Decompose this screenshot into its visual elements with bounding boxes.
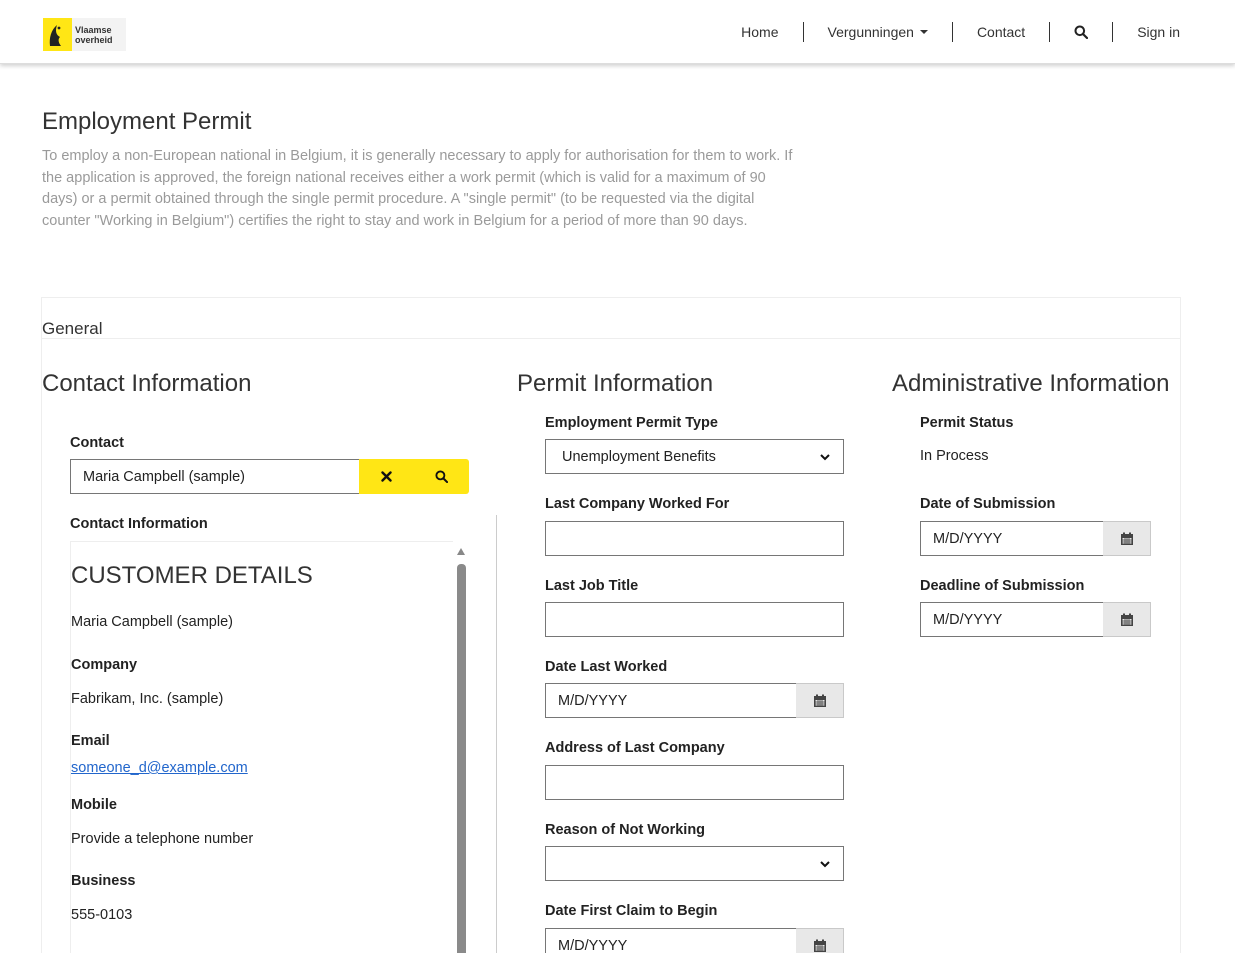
nav-signin[interactable]: Sign in xyxy=(1113,20,1192,44)
first-claim-label: Date First Claim to Begin xyxy=(545,903,718,919)
company-label: Company xyxy=(71,657,138,673)
permit-type-select[interactable]: Unemployment Benefits xyxy=(545,439,844,474)
calendar-button[interactable] xyxy=(1103,521,1151,556)
last-job-input[interactable] xyxy=(545,602,844,637)
contact-info-title: Contact Information xyxy=(42,370,252,397)
search-icon xyxy=(435,470,448,483)
customer-details-heading: CUSTOMER DETAILS xyxy=(71,562,313,589)
nav-permits-dropdown[interactable]: Vergunningen xyxy=(804,20,952,44)
vlaamse-overheid-logo[interactable]: Vlaamse overheid xyxy=(43,18,126,51)
top-navbar: Vlaamse overheid Home Vergunningen Conta… xyxy=(0,0,1235,64)
permit-info-title: Permit Information xyxy=(517,370,714,397)
contact-information-label: Contact Information xyxy=(70,516,208,532)
reason-not-working-select[interactable] xyxy=(545,846,844,881)
close-icon xyxy=(381,471,392,482)
deadline-label: Deadline of Submission xyxy=(920,578,1085,594)
contact-label: Contact xyxy=(70,435,124,451)
calendar-icon xyxy=(813,939,826,952)
chevron-down-icon xyxy=(820,453,830,460)
scroll-up-arrow-icon[interactable] xyxy=(457,548,465,555)
business-label: Business xyxy=(71,873,136,889)
date-last-worked-input[interactable]: M/D/YYYY xyxy=(545,683,796,718)
email-label: Email xyxy=(71,733,110,749)
permit-status-label: Permit Status xyxy=(920,415,1014,431)
contact-lookup-input[interactable]: Maria Campbell (sample) xyxy=(70,459,360,494)
last-company-label: Last Company Worked For xyxy=(545,496,730,512)
calendar-icon xyxy=(813,694,826,707)
date-placeholder: M/D/YYYY xyxy=(558,937,628,953)
nav-contact[interactable]: Contact xyxy=(953,20,1049,44)
nav-home[interactable]: Home xyxy=(717,20,802,44)
admin-info-title: Administrative Information xyxy=(892,370,1170,397)
address-last-company-label: Address of Last Company xyxy=(545,740,725,756)
calendar-button[interactable] xyxy=(796,683,844,718)
company-value: Fabrikam, Inc. (sample) xyxy=(71,691,224,707)
section-header: General xyxy=(42,298,1180,339)
business-value: 555-0103 xyxy=(71,907,133,923)
calendar-icon xyxy=(1120,613,1133,626)
email-link[interactable]: someone_d@example.com xyxy=(71,760,248,776)
deadline-date-input[interactable]: M/D/YYYY xyxy=(920,602,1103,637)
page-description: To employ a non-European national in Bel… xyxy=(42,148,793,230)
logo-text: Vlaamse overheid xyxy=(75,24,113,45)
calendar-button[interactable] xyxy=(1103,602,1151,637)
permit-status-value: In Process xyxy=(920,448,989,464)
first-claim-date-input[interactable]: M/D/YYYY xyxy=(545,928,796,953)
main-nav: Home Vergunningen Contact Sign in xyxy=(717,20,1192,44)
caret-down-icon xyxy=(919,30,928,34)
details-scrollbar[interactable] xyxy=(455,541,467,953)
mobile-label: Mobile xyxy=(71,797,117,813)
page-title: Employment Permit xyxy=(42,108,252,135)
permit-type-label: Employment Permit Type xyxy=(545,415,718,431)
submission-date-label: Date of Submission xyxy=(920,496,1056,512)
date-placeholder: M/D/YYYY xyxy=(933,611,1003,628)
reason-not-working-label: Reason of Not Working xyxy=(545,822,706,838)
chevron-down-icon xyxy=(820,860,830,867)
search-icon[interactable] xyxy=(1050,20,1112,44)
search-contact-button[interactable] xyxy=(414,459,469,494)
mobile-value: Provide a telephone number xyxy=(71,831,254,847)
last-job-label: Last Job Title xyxy=(545,578,639,594)
customer-details-frame xyxy=(70,541,453,953)
date-placeholder: M/D/YYYY xyxy=(933,530,1003,547)
last-company-input[interactable] xyxy=(545,521,844,556)
customer-name: Maria Campbell (sample) xyxy=(71,614,233,630)
scrollbar-thumb[interactable] xyxy=(457,564,466,953)
calendar-icon xyxy=(1120,532,1133,545)
section-title: General xyxy=(42,319,103,338)
column-divider xyxy=(496,515,497,953)
address-last-company-input[interactable] xyxy=(545,765,844,800)
lion-logo-icon xyxy=(43,18,72,51)
nav-permits-label: Vergunningen xyxy=(827,24,914,40)
date-last-worked-label: Date Last Worked xyxy=(545,659,668,675)
submission-date-input[interactable]: M/D/YYYY xyxy=(920,521,1103,556)
clear-contact-button[interactable] xyxy=(359,459,414,494)
calendar-button[interactable] xyxy=(796,928,844,953)
date-placeholder: M/D/YYYY xyxy=(558,692,628,709)
permit-type-value: Unemployment Benefits xyxy=(562,448,716,465)
